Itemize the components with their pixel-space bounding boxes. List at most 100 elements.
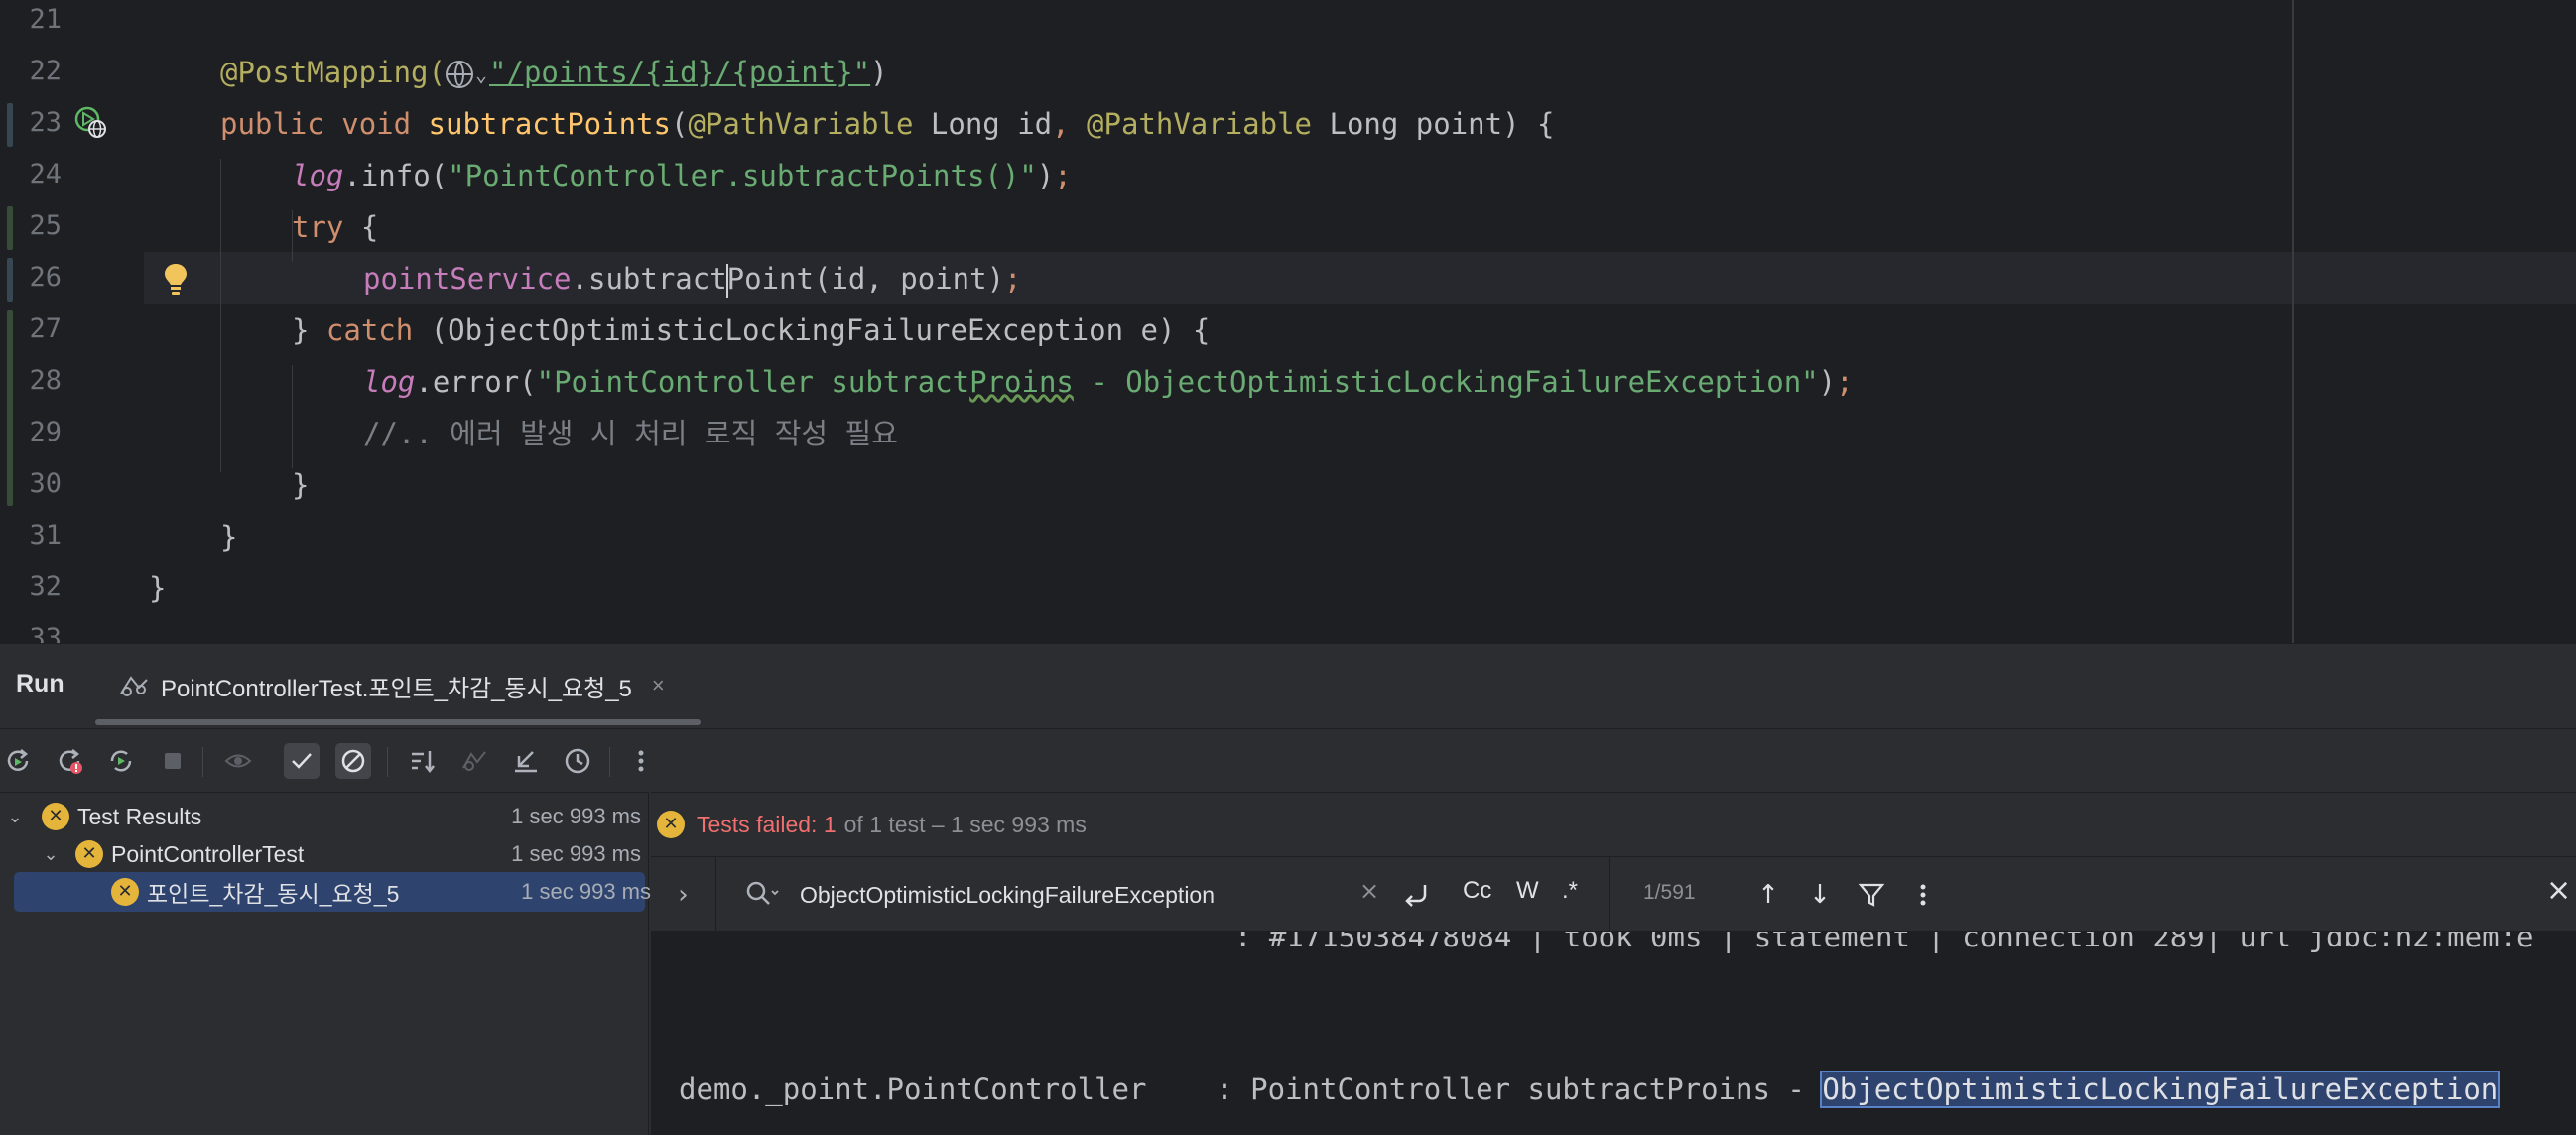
arguments: (id, point) xyxy=(813,262,1005,296)
clear-search-icon[interactable]: × xyxy=(1359,877,1379,905)
annotation: @PathVariable xyxy=(1087,107,1313,141)
code-line-22: @PostMapping(⌄"/points/{id}/{point}") xyxy=(220,47,888,98)
chevron-down-icon[interactable]: ⌄ xyxy=(38,844,64,865)
typo-word[interactable]: Proins xyxy=(969,365,1074,399)
tests-summary-text: of 1 test – 1 sec 993 ms xyxy=(843,811,1087,837)
run-endpoint-icon[interactable] xyxy=(73,105,107,139)
test-failed-icon: ✕ xyxy=(75,840,103,868)
globe-icon[interactable] xyxy=(445,61,473,88)
console-panel: ✕ Tests failed: 1 of 1 test – 1 sec 993 … xyxy=(651,792,2576,1135)
console-search-bar: › × Cc W .* 1/591 ↑ ↓ xyxy=(651,856,2576,933)
method-name: subtractPoints xyxy=(428,107,671,141)
match-case-toggle[interactable]: Cc xyxy=(1463,877,1491,905)
tree-item-label: Test Results xyxy=(77,803,202,829)
code-line-31: } xyxy=(220,520,238,554)
test-failed-icon: ✕ xyxy=(111,878,139,906)
filter-icon[interactable] xyxy=(1852,875,1891,915)
toolbar-separator xyxy=(387,747,388,777)
paren: ) xyxy=(1036,159,1055,192)
field-ref: log xyxy=(292,159,344,192)
show-ignored-toggle-icon[interactable] xyxy=(335,743,371,779)
collapse-icon[interactable] xyxy=(508,743,544,779)
rerun-icon[interactable] xyxy=(0,743,36,779)
tree-item-test-method[interactable]: ✕ 포인트_차감_동시_요청_5 1 sec 993 ms xyxy=(14,872,651,912)
method-call: subtract xyxy=(587,262,727,296)
console-line: : #1715038478084 | took 0ms | statement … xyxy=(1234,932,2534,953)
dot: . xyxy=(571,262,588,296)
show-passed-icon[interactable] xyxy=(284,743,320,779)
regex-toggle[interactable]: .* xyxy=(1562,877,1578,905)
console-line: demo._point.PointController : PointContr… xyxy=(679,1071,2501,1108)
code-editor[interactable]: 21 22 23 24 25 26 27 28 29 30 31 32 33 @… xyxy=(0,0,2576,643)
semicolon: ; xyxy=(1054,159,1072,192)
sort-icon[interactable] xyxy=(405,743,441,779)
code-line-32: } xyxy=(149,571,167,605)
semicolon: ; xyxy=(1836,365,1854,399)
code-line-29: //.. 에러 발생 시 처리 로직 작성 필요 xyxy=(363,417,898,450)
line-number: 33 xyxy=(29,623,62,643)
chevron-down-icon[interactable]: ⌄ xyxy=(475,49,487,100)
tree-item-test-results[interactable]: ⌄ ✕ Test Results 1 sec 993 ms xyxy=(0,797,649,836)
toggle-auto-test-icon[interactable] xyxy=(103,743,139,779)
method-call: .info( xyxy=(343,159,449,192)
brace: } xyxy=(292,314,326,347)
test-failed-icon: ✕ xyxy=(657,811,685,838)
previous-match-icon[interactable]: ↑ xyxy=(1748,875,1788,915)
run-config-tab[interactable]: PointControllerTest.포인트_차감_동시_요청_5 × xyxy=(117,660,665,711)
brace: ) { xyxy=(1502,107,1555,141)
run-toolbar xyxy=(0,728,2576,792)
code-line-24: log.info("PointController.subtractPoints… xyxy=(292,150,1072,201)
test-failed-icon: ✕ xyxy=(42,803,69,830)
editor-gutter: 21 22 23 24 25 26 27 28 29 30 31 32 33 xyxy=(0,0,187,643)
toolbar-separator xyxy=(609,747,610,777)
import-tests-icon[interactable] xyxy=(456,743,492,779)
tree-item-test-class[interactable]: ⌄ ✕ PointControllerTest 1 sec 993 ms xyxy=(0,834,649,874)
more-options-icon[interactable] xyxy=(623,743,659,779)
endpoint-path-link[interactable]: "/points/{id}/{point}" xyxy=(489,56,870,89)
expand-replace-icon[interactable]: › xyxy=(651,857,716,933)
run-window-title: Run xyxy=(16,670,64,697)
vcs-added-marker[interactable] xyxy=(7,206,13,250)
paren: ) xyxy=(1818,365,1837,399)
code-line-28: log.error("PointController subtractProin… xyxy=(363,356,1854,408)
log-text: demo._point.PointController : PointContr… xyxy=(679,1072,1823,1106)
parameter: Long id xyxy=(913,107,1053,141)
search-field[interactable]: × Cc W .* xyxy=(716,857,1610,933)
string-literal: "PointController.subtractPoints()" xyxy=(448,159,1037,192)
test-results-tree[interactable]: ⌄ ✕ Test Results 1 sec 993 ms ⌄ ✕ PointC… xyxy=(0,792,651,1135)
annotation: @PostMapping( xyxy=(220,56,446,89)
next-match-icon[interactable]: ↓ xyxy=(1800,875,1840,915)
keyword: void xyxy=(341,107,412,141)
method-call: Point xyxy=(726,262,814,296)
close-search-icon[interactable]: × xyxy=(2546,873,2571,908)
chevron-down-icon[interactable]: ⌄ xyxy=(2,807,28,827)
search-input[interactable] xyxy=(800,877,1296,913)
vcs-added-marker[interactable] xyxy=(7,310,13,506)
search-icon[interactable] xyxy=(744,879,780,911)
toolbar-separator xyxy=(202,747,203,777)
run-tool-window: Run PointControllerTest.포인트_차감_동시_요청_5 × xyxy=(0,643,2576,1135)
console-output[interactable]: : #1715038478084 | took 0ms | statement … xyxy=(651,932,2576,1135)
test-duration: 1 sec 993 ms xyxy=(521,879,651,904)
show-ignored-icon[interactable] xyxy=(220,743,256,779)
rerun-failed-icon[interactable] xyxy=(52,743,87,779)
comma: , xyxy=(1052,107,1088,141)
test-config-icon xyxy=(120,676,148,696)
vcs-modified-marker[interactable] xyxy=(7,258,13,302)
tab-active-indicator xyxy=(95,719,701,725)
test-duration: 1 sec 993 ms xyxy=(511,841,641,866)
tree-item-label: PointControllerTest xyxy=(111,840,305,867)
field-ref: log xyxy=(363,365,416,399)
history-icon[interactable] xyxy=(560,743,595,779)
string-literal: "PointController subtract xyxy=(536,365,970,399)
stop-icon[interactable] xyxy=(155,743,191,779)
tab-close-icon[interactable]: × xyxy=(652,673,665,698)
whole-words-toggle[interactable]: W xyxy=(1516,877,1539,905)
more-options-icon[interactable] xyxy=(1903,875,1943,915)
tests-failed-text: Tests failed: 1 xyxy=(697,811,837,837)
catch-clause: (ObjectOptimisticLockingFailureException… xyxy=(413,314,1211,347)
search-match-highlight: ObjectOptimisticLockingFailureException xyxy=(1820,1071,2501,1108)
new-line-icon[interactable] xyxy=(1399,879,1431,911)
code-area[interactable]: @PostMapping(⌄"/points/{id}/{point}") pu… xyxy=(144,0,2576,643)
vcs-modified-marker[interactable] xyxy=(7,103,13,147)
